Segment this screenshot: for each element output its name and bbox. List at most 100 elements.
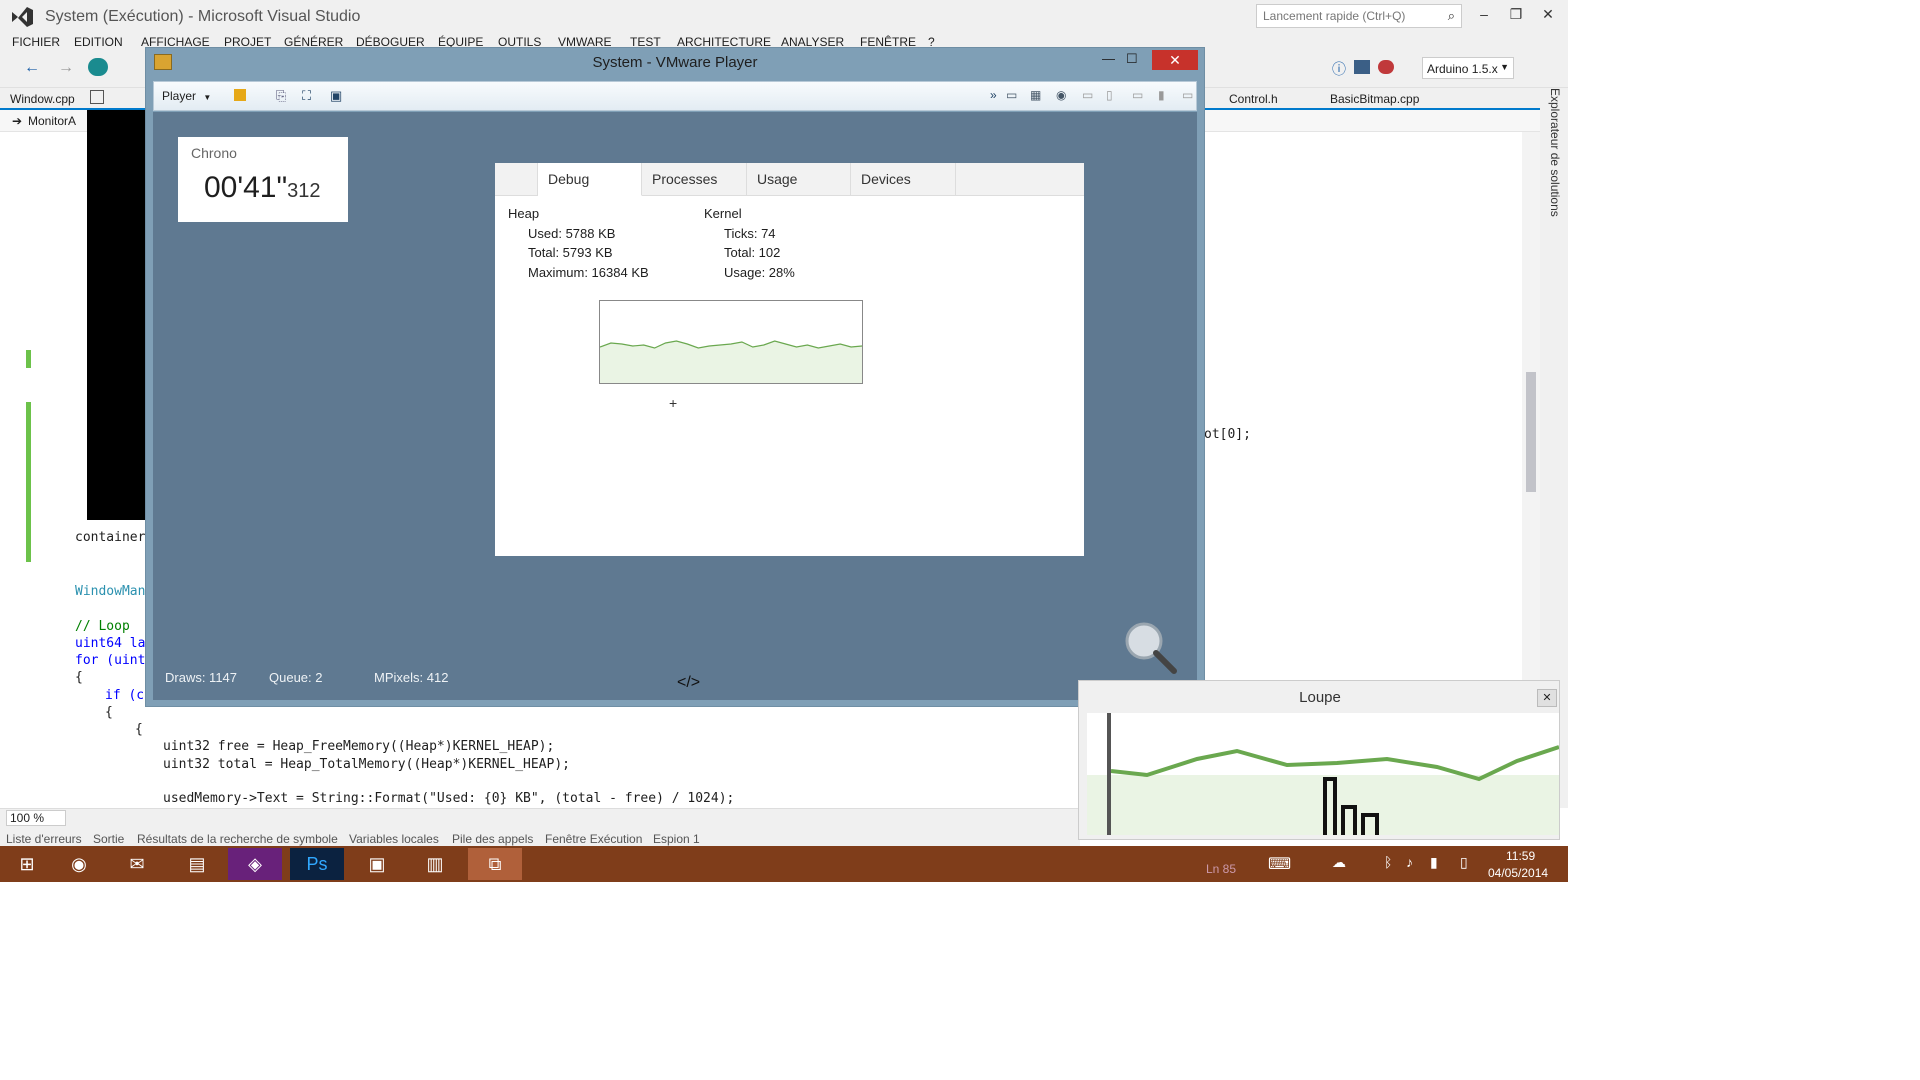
tab-symbol-results[interactable]: Résultats de la recherche de symbole xyxy=(137,832,338,846)
status-line: Ln 85 xyxy=(1206,862,1237,876)
message-icon[interactable]: ▭ xyxy=(1182,88,1193,102)
unity-icon[interactable]: ▣ xyxy=(330,88,342,104)
tab-basicbitmap-cpp[interactable]: BasicBitmap.cpp xyxy=(1330,92,1419,106)
bluetooth-icon[interactable]: ᛒ xyxy=(1384,854,1392,870)
player-menu-button[interactable]: Player ▼ xyxy=(162,89,211,103)
heap-used: Used: 5788 KB xyxy=(528,226,616,241)
tab-window-cpp[interactable]: Window.cpp xyxy=(10,92,75,106)
vm-screen[interactable]: Chrono 00'41"312 Debug Processes Usage D… xyxy=(153,112,1197,700)
code-comment: // Loop xyxy=(75,619,130,634)
quick-launch-placeholder: Lancement rapide (Ctrl+Q) xyxy=(1263,9,1406,23)
code-line: uint32 total = Heap_TotalMemory((Heap*)K… xyxy=(163,757,570,772)
kernel-usage: Usage: 28% xyxy=(724,265,795,280)
arrow-icon: ➔ xyxy=(12,114,23,128)
tab-devices[interactable]: Devices xyxy=(851,163,956,196)
chrono-label: Chrono xyxy=(191,145,237,161)
photoshop-icon[interactable]: Ps xyxy=(290,848,344,880)
chevron-down-icon: ▼ xyxy=(203,93,212,102)
scrollbar-thumb[interactable] xyxy=(1526,372,1536,492)
tab-error-list[interactable]: Liste d'erreurs xyxy=(6,832,82,846)
code-icon[interactable]: </> xyxy=(677,674,700,692)
info-icon[interactable]: ⓘ xyxy=(1332,59,1346,79)
clock-time[interactable]: 11:59 xyxy=(1506,849,1535,863)
fullscreen-icon[interactable]: ⛶ xyxy=(302,88,311,104)
back-icon[interactable]: ← xyxy=(24,59,40,77)
sound-icon[interactable]: ◉ xyxy=(1056,88,1066,102)
cd-icon[interactable]: ▯ xyxy=(1106,88,1113,102)
loupe-close-button[interactable]: ✕ xyxy=(1537,689,1557,707)
tab-watch[interactable]: Espion 1 xyxy=(653,832,700,846)
remote-icon[interactable]: ▣ xyxy=(350,848,404,880)
tab-usage[interactable]: Usage xyxy=(747,163,851,196)
change-marker xyxy=(26,402,31,562)
visual-studio-icon[interactable]: ◈ xyxy=(228,848,282,880)
tab-immediate[interactable]: Fenêtre Exécution xyxy=(545,832,642,846)
code-line: container- xyxy=(75,530,154,545)
restore-button[interactable]: ❐ xyxy=(1504,6,1528,26)
tools-icon[interactable] xyxy=(1378,60,1394,74)
tab-spacer xyxy=(495,163,538,196)
battery-icon[interactable]: ▯ xyxy=(1460,854,1468,871)
tab-processes[interactable]: Processes xyxy=(642,163,747,196)
zoom-select[interactable]: 100 % xyxy=(6,810,66,826)
tab-control-h[interactable]: Control.h xyxy=(1229,92,1278,106)
cloud-icon[interactable]: ☁ xyxy=(1332,854,1346,871)
forward-icon[interactable]: → xyxy=(58,59,74,77)
chrome-icon[interactable]: ◉ xyxy=(52,848,106,880)
tab-locals[interactable]: Variables locales xyxy=(349,832,439,846)
menu-edition[interactable]: EDITION xyxy=(74,35,123,49)
menu-fichier[interactable]: FICHIER xyxy=(12,35,60,49)
vmware-icon[interactable]: ⧉ xyxy=(468,848,522,880)
tab-call-stack[interactable]: Pile des appels xyxy=(452,832,533,846)
window-title: System (Exécution) - Microsoft Visual St… xyxy=(45,8,361,25)
camera-icon[interactable]: ▮ xyxy=(1158,88,1165,102)
code-line: { xyxy=(135,722,143,737)
gmail-icon[interactable]: ✉ xyxy=(110,848,164,880)
vm-close-button[interactable]: ✕ xyxy=(1152,50,1198,70)
app-icon[interactable]: ▥ xyxy=(408,848,462,880)
draws-counter: Draws: 1147 xyxy=(165,670,238,685)
arduino-icon[interactable] xyxy=(88,58,108,76)
vm-minimize-button[interactable]: — xyxy=(1102,51,1115,66)
board-select[interactable]: Arduino 1.5.x ▼ xyxy=(1422,57,1514,79)
code-line: { xyxy=(105,705,113,720)
explorer-icon[interactable]: ▤ xyxy=(170,848,224,880)
hdd-icon[interactable]: ▭ xyxy=(1006,88,1017,102)
code-line: for (uint xyxy=(75,653,146,668)
tab-debug[interactable]: Debug xyxy=(538,163,642,196)
windows-start-icon[interactable]: ⊞ xyxy=(0,848,54,880)
magnifier-icon[interactable] xyxy=(1120,617,1180,677)
zoom-bar: 100 % xyxy=(0,808,1080,826)
zoom-value: 100 % xyxy=(10,811,45,825)
volume-icon[interactable]: ♪ xyxy=(1406,854,1413,870)
network-icon[interactable]: ▦ xyxy=(1030,88,1041,102)
split-icon[interactable] xyxy=(90,90,104,104)
code-line: usedMemory->Text = String::Format("Used:… xyxy=(163,791,735,806)
keyboard-icon[interactable]: ⌨ xyxy=(1268,854,1291,874)
quick-launch-input[interactable]: Lancement rapide (Ctrl+Q) ⌕ xyxy=(1256,4,1462,28)
loupe-title: Loupe xyxy=(1299,689,1341,706)
vmware-player-window: System - VMware Player — ☐ ✕ Player ▼ ⎘ … xyxy=(145,47,1205,707)
send-keys-icon[interactable]: ⎘ xyxy=(276,88,286,104)
panel-icon[interactable] xyxy=(1354,60,1370,74)
chrono-widget: Chrono 00'41"312 xyxy=(178,137,348,222)
chrono-ms: 312 xyxy=(287,180,321,202)
tab-output[interactable]: Sortie xyxy=(93,832,124,846)
vmware-window-title: System - VMware Player xyxy=(592,54,758,71)
minimize-button[interactable]: – xyxy=(1472,6,1496,26)
usb-icon[interactable]: ▭ xyxy=(1082,88,1093,102)
taskbar: ⊞ ◉ ✉ ▤ ◈ Ps ▣ ▥ ⧉ Ln 85 ⌨ ☁ ᛒ ♪ ▮ ▯ 11:… xyxy=(0,846,1568,882)
solution-explorer-tab[interactable]: Explorateur de solutions xyxy=(1542,88,1562,228)
pause-icon[interactable] xyxy=(234,89,246,101)
devices-expand-icon[interactable]: » xyxy=(990,88,997,102)
vm-maximize-button[interactable]: ☐ xyxy=(1126,51,1138,67)
nav-target[interactable]: MonitorA xyxy=(28,114,76,128)
printer-icon[interactable]: ▭ xyxy=(1132,88,1143,102)
heap-total: Total: 5793 KB xyxy=(528,245,613,260)
clock-date[interactable]: 04/05/2014 xyxy=(1488,866,1548,880)
code-line: uint64 las xyxy=(75,636,154,651)
vmware-title-bar: System - VMware Player — ☐ ✕ xyxy=(146,48,1204,76)
signal-icon[interactable]: ▮ xyxy=(1430,854,1438,871)
visual-studio-logo-icon xyxy=(12,7,33,27)
close-button[interactable]: ✕ xyxy=(1536,6,1560,26)
